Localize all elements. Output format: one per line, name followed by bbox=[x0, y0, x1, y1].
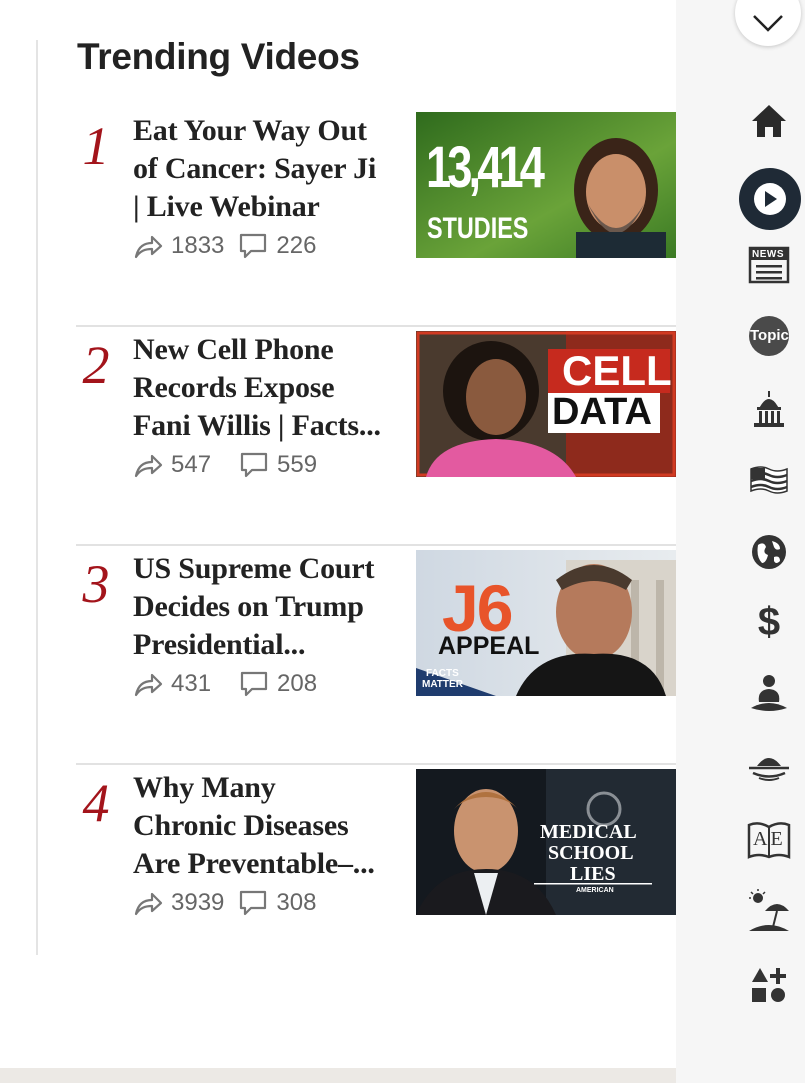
beach-icon[interactable] bbox=[744, 886, 794, 936]
rank-number: 4 bbox=[82, 773, 110, 833]
left-divider bbox=[36, 40, 38, 955]
thumb-brand: AMERICAN bbox=[576, 887, 614, 894]
video-title[interactable]: Eat Your Way Out of Cancer: Sayer Ji | L… bbox=[133, 112, 395, 226]
badge-line-2: MATTER bbox=[422, 679, 463, 690]
topic-icon[interactable]: Topic bbox=[744, 311, 794, 361]
dollar-icon[interactable]: $ bbox=[744, 597, 794, 647]
play-icon[interactable] bbox=[738, 167, 802, 231]
thumb-line-3: LIES bbox=[570, 863, 616, 885]
list-item[interactable]: 4 Why Many Chronic Diseases Are Preventa… bbox=[76, 765, 676, 984]
rank-number: 1 bbox=[82, 116, 110, 176]
video-thumbnail[interactable]: MEDICAL SCHOOL LIES AMERICAN bbox=[416, 769, 676, 915]
video-title[interactable]: New Cell Phone Records Expose Fani Willi… bbox=[133, 331, 395, 445]
rank-number: 2 bbox=[82, 335, 110, 395]
thumb-line-2: SCHOOL bbox=[548, 842, 634, 864]
thumb-main-text: CELL bbox=[562, 347, 672, 394]
share-count: 431 bbox=[171, 670, 212, 697]
comment-icon bbox=[240, 233, 267, 259]
video-title[interactable]: US Supreme Court Decides on Trump Presid… bbox=[133, 550, 395, 664]
section-title: Trending Videos bbox=[77, 36, 360, 77]
capitol-icon[interactable] bbox=[744, 384, 794, 434]
video-thumbnail[interactable]: 13,414 STUDIES bbox=[416, 112, 676, 258]
comment-count: 308 bbox=[276, 889, 317, 916]
share-stat[interactable]: 547 bbox=[133, 451, 211, 479]
comment-icon bbox=[240, 890, 267, 916]
home-icon[interactable] bbox=[744, 96, 794, 146]
comment-stat[interactable]: 226 bbox=[238, 232, 316, 260]
rank-number: 3 bbox=[82, 554, 110, 614]
collapse-button[interactable] bbox=[735, 0, 801, 46]
video-title[interactable]: Why Many Chronic Diseases Are Preventabl… bbox=[133, 769, 395, 883]
share-count: 547 bbox=[171, 451, 212, 478]
video-stats: 1833 226 bbox=[133, 232, 330, 260]
comment-stat[interactable]: 308 bbox=[238, 889, 316, 917]
trending-list: 1 Eat Your Way Out of Cancer: Sayer Ji |… bbox=[76, 108, 676, 984]
us-flag-icon[interactable] bbox=[744, 455, 794, 505]
list-item[interactable]: 2 New Cell Phone Records Expose Fani Wil… bbox=[76, 327, 676, 546]
news-label: NEWS bbox=[752, 249, 784, 260]
comment-stat[interactable]: 208 bbox=[239, 670, 317, 698]
badge-line-1: FACTS bbox=[426, 668, 459, 679]
comment-count: 208 bbox=[277, 670, 318, 697]
share-icon bbox=[134, 235, 163, 259]
video-stats: 431 208 bbox=[133, 670, 331, 698]
meditation-icon[interactable] bbox=[744, 669, 794, 719]
share-count: 3939 bbox=[171, 889, 225, 916]
thumb-line-1: MEDICAL bbox=[540, 821, 637, 843]
comment-stat[interactable]: 559 bbox=[239, 451, 317, 479]
share-icon bbox=[134, 892, 163, 916]
list-item[interactable]: 3 US Supreme Court Decides on Trump Pres… bbox=[76, 546, 676, 765]
share-icon bbox=[134, 673, 163, 697]
thumb-sub-text: APPEAL bbox=[438, 632, 540, 660]
category-sidebar: NEWS Topic $ AE bbox=[676, 0, 805, 1083]
share-stat[interactable]: 3939 bbox=[133, 889, 224, 917]
video-thumbnail[interactable]: J6 APPEAL FACTS MATTER bbox=[416, 550, 676, 696]
chevron-down-icon bbox=[753, 15, 783, 32]
video-stats: 547 559 bbox=[133, 451, 331, 479]
sunset-icon[interactable] bbox=[744, 740, 794, 790]
thumb-main-text: 13,414 bbox=[426, 135, 545, 200]
video-stats: 3939 308 bbox=[133, 889, 330, 917]
more-categories-icon[interactable] bbox=[744, 960, 794, 1010]
thumb-sub-text: DATA bbox=[552, 391, 652, 433]
topic-label: Topic bbox=[750, 327, 789, 344]
comment-count: 226 bbox=[276, 232, 317, 259]
book-icon[interactable]: AE bbox=[744, 814, 794, 864]
footer-band bbox=[0, 1068, 676, 1083]
video-thumbnail[interactable]: CELL DATA bbox=[416, 331, 676, 477]
share-count: 1833 bbox=[171, 232, 225, 259]
thumb-sub-text: STUDIES bbox=[427, 212, 529, 245]
share-icon bbox=[134, 454, 163, 478]
share-stat[interactable]: 431 bbox=[133, 670, 211, 698]
share-stat[interactable]: 1833 bbox=[133, 232, 224, 260]
comment-icon bbox=[240, 671, 268, 697]
newspaper-icon[interactable]: NEWS bbox=[744, 240, 794, 290]
globe-icon[interactable] bbox=[744, 527, 794, 577]
comment-count: 559 bbox=[277, 451, 318, 478]
comment-icon bbox=[240, 452, 268, 478]
list-item[interactable]: 1 Eat Your Way Out of Cancer: Sayer Ji |… bbox=[76, 108, 676, 327]
